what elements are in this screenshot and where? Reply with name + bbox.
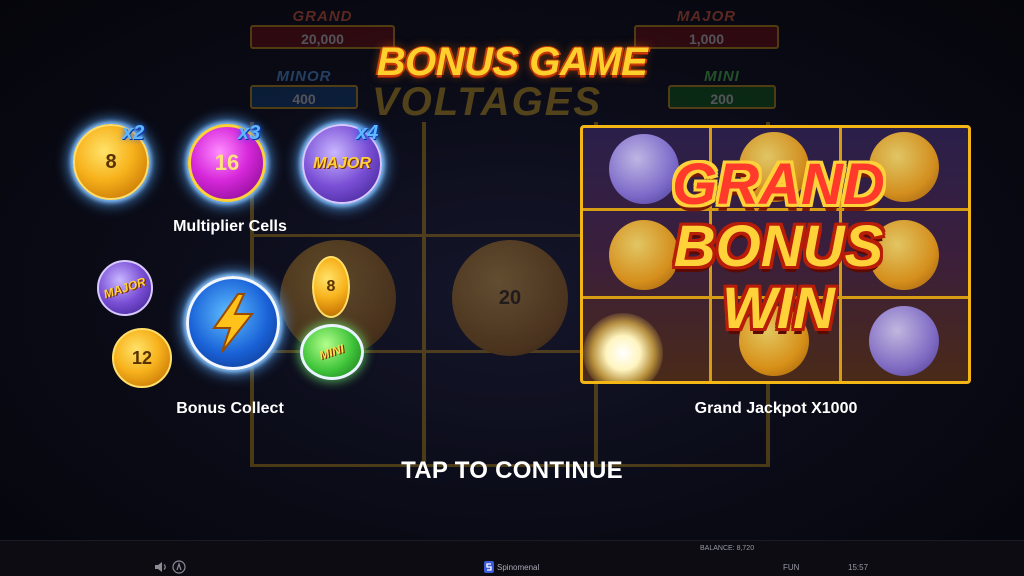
bonus-collect-lightning-coin	[186, 276, 280, 370]
game-stage[interactable]: GRAND 20,000 MAJOR 1,000 MINOR 400 MINI …	[0, 0, 1024, 540]
sound-icon[interactable]	[154, 561, 168, 575]
bonus-coin-8-value: 8	[326, 278, 336, 295]
background-coin: 20	[452, 240, 568, 356]
brand-name: Spinomenal	[497, 563, 540, 572]
grid-line	[422, 122, 426, 467]
rabbit-icon	[172, 560, 186, 574]
bonus-coin-12: 12	[112, 328, 172, 388]
bonus-coin-mini-value: MINI	[317, 341, 347, 363]
clock: 15:57	[848, 563, 869, 572]
speaker-icon	[155, 562, 166, 572]
brand-logo-icon	[484, 561, 494, 575]
jackpot-grand-label: GRAND	[292, 8, 353, 25]
tap-to-continue[interactable]: TAP TO CONTINUE	[0, 457, 1024, 485]
game-logo: VOLTAGES	[372, 80, 603, 124]
grand-win-line1: GRAND	[672, 152, 885, 217]
jackpot-minor-value: 400	[250, 85, 358, 109]
play-mode: FUN	[783, 563, 800, 572]
grand-jackpot-caption: Grand Jackpot X1000	[694, 400, 858, 417]
background-coin-value: 20	[498, 286, 522, 309]
bottom-bar: Spinomenal BALANCE: 8,720 FUN 15:57	[0, 540, 1024, 576]
multiplier-x2: x2	[122, 122, 145, 144]
bonus-coin-8: 8	[312, 256, 350, 318]
balance-value: 8,720	[736, 545, 755, 552]
bonus-coin-12-value: 12	[131, 347, 153, 368]
multiplier-coin-value: MAJOR	[313, 155, 371, 172]
bonus-coin-major: MAJOR	[97, 260, 153, 316]
multiplier-coin-value: 16	[214, 150, 240, 175]
balance-label: BALANCE:	[700, 545, 735, 552]
grand-win-line2: BONUS	[673, 214, 884, 279]
grand-win-line3: WIN	[722, 276, 835, 341]
multiplier-x4: x4	[356, 122, 379, 144]
turbo-icon[interactable]	[172, 560, 186, 576]
bonus-collect-caption: Bonus Collect	[176, 400, 284, 417]
balance-readout: BALANCE: 8,720	[700, 545, 754, 552]
jackpot-mini-value: 200	[668, 85, 776, 109]
multiplier-coin-value: 8	[105, 150, 117, 173]
grand-bonus-win-panel: GRAND BONUS WIN	[580, 125, 971, 384]
bonus-coin-mini: MINI	[300, 324, 364, 380]
multiplier-cells-caption: Multiplier Cells	[173, 218, 287, 235]
bonus-coin-major-value: MAJOR	[102, 274, 148, 302]
lightning-icon	[212, 293, 255, 353]
multiplier-x3: x3	[238, 122, 261, 144]
jackpot-major-label: MAJOR	[676, 8, 737, 25]
bonus-game-title: BONUS GAME	[376, 40, 648, 84]
